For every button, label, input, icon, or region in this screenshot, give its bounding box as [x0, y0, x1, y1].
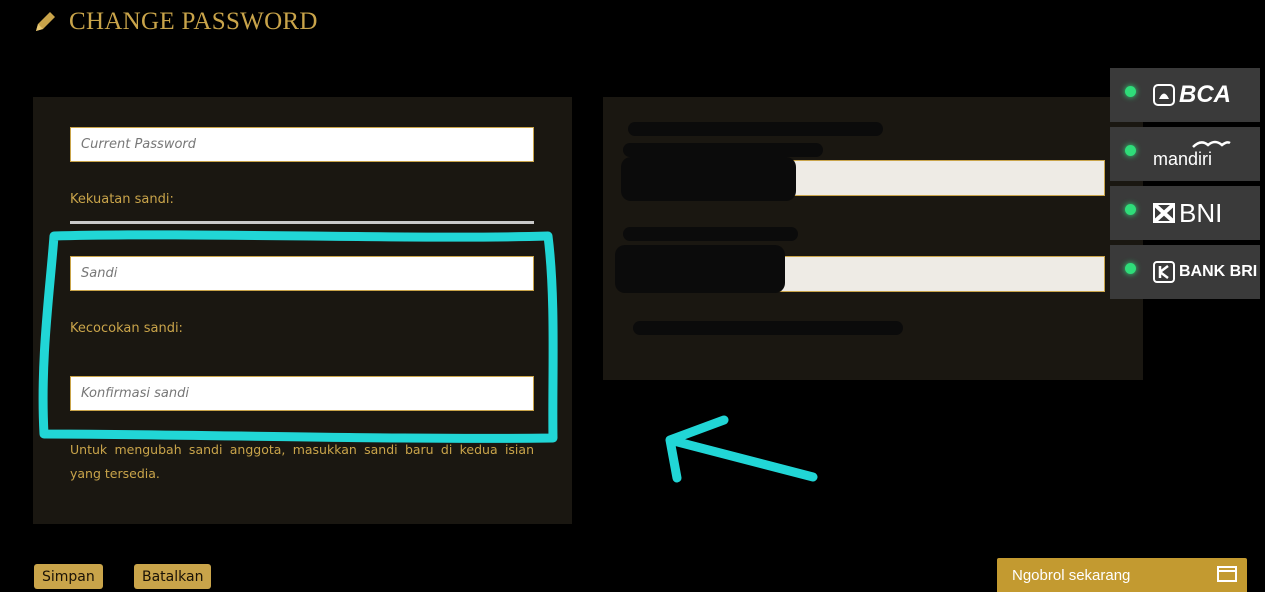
redacted-text	[623, 143, 823, 157]
change-password-form: Kekuatan sandi: Kecocokan sandi: Untuk m…	[33, 97, 572, 524]
help-text: Untuk mengubah sandi anggota, masukkan s…	[70, 442, 534, 481]
live-chat-bar[interactable]: Ngobrol sekarang	[997, 558, 1247, 592]
arrow-icon	[665, 415, 818, 483]
online-status-icon	[1125, 263, 1136, 274]
redacted-text	[628, 122, 883, 136]
online-status-icon	[1125, 86, 1136, 97]
online-status-icon	[1125, 145, 1136, 156]
redacted-input[interactable]	[743, 256, 1105, 292]
page-header: CHANGE PASSWORD	[32, 8, 318, 36]
password-strength-bar	[70, 221, 534, 224]
bank-item-mandiri: mandiri	[1110, 127, 1260, 181]
bank-name: BANK BRI	[1179, 263, 1258, 280]
redacted-text	[633, 321, 903, 335]
bank-name: BNI	[1179, 197, 1223, 228]
bni-logo-icon	[1153, 203, 1175, 223]
bank-item-bca: BCA	[1110, 68, 1260, 122]
pencil-icon	[36, 12, 55, 31]
redacted-text	[623, 227, 798, 241]
redacted-input[interactable]	[793, 160, 1105, 196]
bank-name: BCA	[1179, 81, 1231, 108]
bca-logo-icon	[1153, 84, 1175, 106]
bank-status-list: BCA mandiri BNI BANK BRI	[1110, 68, 1260, 304]
maximize-icon[interactable]	[1217, 566, 1237, 582]
bank-item-bni: BNI	[1110, 186, 1260, 240]
bri-logo-icon	[1153, 261, 1175, 283]
redacted-panel	[603, 97, 1143, 380]
match-label: Kecocokan sandi:	[70, 321, 183, 336]
cancel-button[interactable]: Batalkan	[134, 564, 212, 589]
chat-label: Ngobrol sekarang	[1012, 566, 1131, 584]
redacted-text	[615, 245, 785, 293]
bank-item-bri: BANK BRI	[1110, 245, 1260, 299]
save-button[interactable]: Simpan	[34, 564, 103, 589]
new-password-input[interactable]	[70, 256, 534, 291]
redacted-text	[621, 157, 796, 201]
bank-name: mandiri	[1153, 148, 1213, 169]
confirm-password-input[interactable]	[70, 376, 534, 411]
mandiri-wave-icon	[1192, 140, 1231, 148]
strength-label: Kekuatan sandi:	[70, 192, 174, 207]
page-title: CHANGE PASSWORD	[69, 8, 318, 35]
current-password-input[interactable]	[70, 127, 534, 162]
online-status-icon	[1125, 204, 1136, 215]
